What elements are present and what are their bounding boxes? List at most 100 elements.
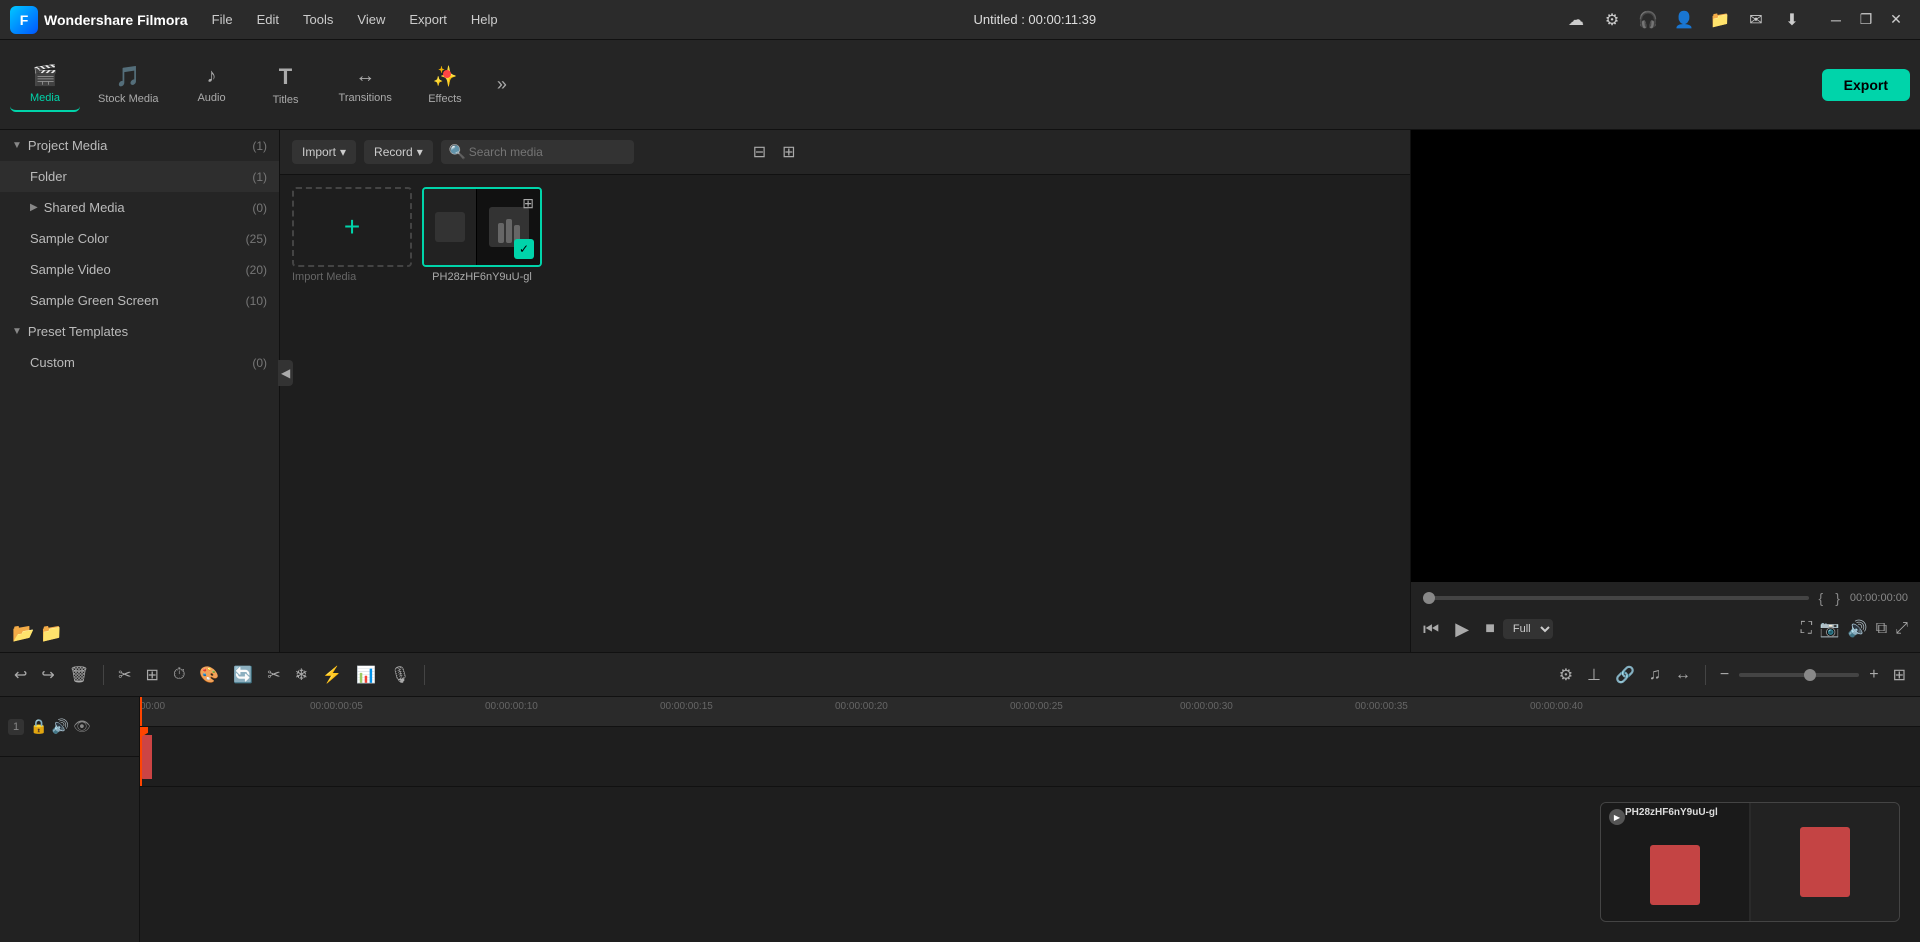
account-icon[interactable]: 👤 [1670,6,1698,34]
preview-seek-slider[interactable] [1423,596,1809,600]
media-thumb-ph28z[interactable]: ⊞ ✓ [422,187,542,267]
ai-button[interactable]: ⚡ [318,661,346,689]
step-back-button[interactable]: ⏮ [1423,619,1439,640]
main-area: ▼ Project Media (1) Folder (1) ▶ Shared … [0,130,1920,652]
stop-button[interactable]: ■ [1485,620,1495,638]
view-toggle-button[interactable]: ⊞ [778,138,799,166]
redo-button[interactable]: ↪ [37,661,58,689]
toolbar-media[interactable]: 🎬 Media [10,57,80,112]
silhouette-2 [506,219,512,243]
fullscreen-button[interactable]: ⛶ [1801,619,1812,639]
audio-preview-button[interactable]: 🔊 [1848,619,1868,639]
link-button[interactable]: 🔗 [1611,661,1639,689]
filter-button[interactable]: ⊟ [749,138,770,166]
sidebar-folder[interactable]: Folder (1) [0,161,279,192]
toolbar-effects[interactable]: ✨ Effects [410,58,480,111]
sidebar-sample-green-screen[interactable]: Sample Green Screen (10) [0,285,279,316]
snap-button[interactable]: ⊥ [1583,661,1605,689]
mail-icon[interactable]: ✉ [1742,6,1770,34]
import-media-placeholder[interactable]: + [292,187,412,267]
sidebar-sample-color[interactable]: Sample Color (25) [0,223,279,254]
sidebar-sample-video[interactable]: Sample Video (20) [0,254,279,285]
play-pause-button[interactable]: ▶ [1447,614,1477,644]
sidebar-shared-media[interactable]: ▶ Shared Media (0) [0,192,279,223]
settings-icon[interactable]: ⚙ [1598,6,1626,34]
audio-stretch-button[interactable]: 📊 [352,661,380,689]
headphones-icon[interactable]: 🎧 [1634,6,1662,34]
freeze-button[interactable]: ❄ [291,661,312,689]
screenshot-button[interactable]: 📷 [1820,619,1840,639]
folder-icon[interactable]: 📁 [40,623,62,644]
mic-button[interactable]: 🎙 [386,661,414,689]
pip-button[interactable]: ⧉ [1876,619,1887,639]
zoom-fit-button[interactable]: ↔ [1671,662,1695,688]
zoom-slider[interactable] [1739,673,1859,677]
speed-button[interactable]: ⏱ [169,662,189,688]
person-silhouette-left [1650,845,1700,905]
download-icon[interactable]: ⬇ [1778,6,1806,34]
sidebar-custom[interactable]: Custom (0) [0,347,279,378]
undo-button[interactable]: ↩ [10,661,31,689]
mini-thumb-right [1751,803,1899,921]
import-button[interactable]: Import ▾ [292,140,356,164]
timeline-settings-button[interactable]: ⊞ [1889,661,1910,689]
media-item-label: PH28zHF6nY9uU-gl [422,271,542,283]
new-folder-icon[interactable]: 📂 [12,623,34,644]
settings-tl-button[interactable]: ⚙ [1555,661,1577,689]
sidebar-preset-templates-label: Preset Templates [28,324,267,339]
toolbar-stock-media[interactable]: 🎵 Stock Media [84,58,173,111]
track-visibility-icon[interactable]: 👁 [73,718,91,735]
file-icon[interactable]: 📁 [1706,6,1734,34]
track-lock-icon[interactable]: 🔒 [30,718,47,735]
zoom-plus-button[interactable]: + [1865,662,1882,688]
toolbar-more-button[interactable]: » [484,67,520,103]
record-button[interactable]: Record ▾ [364,140,433,164]
crop2-button[interactable]: ✂ [263,661,284,689]
search-input[interactable] [441,140,634,164]
menu-file[interactable]: File [202,8,243,31]
toolbar-separator-2 [424,665,425,685]
menu-edit[interactable]: Edit [247,8,289,31]
titles-icon: T [279,64,292,90]
export-button[interactable]: Export [1822,69,1910,101]
minimize-button[interactable]: ─ [1822,6,1850,34]
left-bracket-button[interactable]: { [1817,590,1826,606]
window-controls: ─ ❐ ✕ [1822,6,1910,34]
content-panel: Import ▾ Record ▾ 🔍 ⊟ ⊞ + Import Media [280,130,1410,652]
rotate-button[interactable]: 🔄 [229,661,257,689]
cloud-icon[interactable]: ☁ [1562,6,1590,34]
toolbar-audio[interactable]: ♪ Audio [177,59,247,110]
fit-button[interactable]: ⤢ [1895,619,1908,639]
sidebar-project-media[interactable]: ▼ Project Media (1) [0,130,279,161]
app-name: Wondershare Filmora [44,12,188,28]
record-label: Record [374,145,413,159]
quality-select[interactable]: Full 1/2 1/4 [1503,619,1553,639]
toolbar-titles[interactable]: T Titles [251,58,321,112]
sidebar-project-media-count: (1) [252,139,267,153]
close-button[interactable]: ✕ [1882,6,1910,34]
audio-icon: ♪ [207,65,217,88]
zoom-minus-button[interactable]: − [1716,662,1733,688]
sidebar-folder-actions: 📂 📁 [0,615,279,652]
color-button[interactable]: 🎨 [195,661,223,689]
sidebar-preset-templates[interactable]: ▼ Preset Templates [0,316,279,347]
menu-export[interactable]: Export [399,8,457,31]
preview-panel: { } 00:00:00:00 ⏮ ▶ ■ Full 1/2 1/4 ⛶ 📷 🔊… [1410,130,1920,652]
transitions-icon: ↔ [355,65,375,88]
maximize-button[interactable]: ❐ [1852,6,1880,34]
menu-view[interactable]: View [347,8,395,31]
menu-help[interactable]: Help [461,8,508,31]
preview-action-buttons: ⛶ 📷 🔊 ⧉ ⤢ [1801,619,1908,639]
preview-timeline-row: { } 00:00:00:00 [1423,590,1908,606]
toolbar-transitions[interactable]: ↔ Transitions [325,59,406,110]
delete-button[interactable]: 🗑 [65,661,93,689]
sidebar-collapse-arrow[interactable]: ◀ [280,360,293,386]
right-bracket-button[interactable]: } [1833,590,1842,606]
track-audio-icon[interactable]: 🔊 [52,718,69,735]
cut-button[interactable]: ✂ [114,661,135,689]
import-media-area[interactable]: + Import Media [292,187,412,283]
audio-mix-button[interactable]: ♫ [1645,662,1665,688]
crop-button[interactable]: ⊞ [142,661,163,689]
media-item-ph28z[interactable]: ⊞ ✓ PH28zHF6nY9uU-gl [422,187,542,283]
menu-tools[interactable]: Tools [293,8,343,31]
